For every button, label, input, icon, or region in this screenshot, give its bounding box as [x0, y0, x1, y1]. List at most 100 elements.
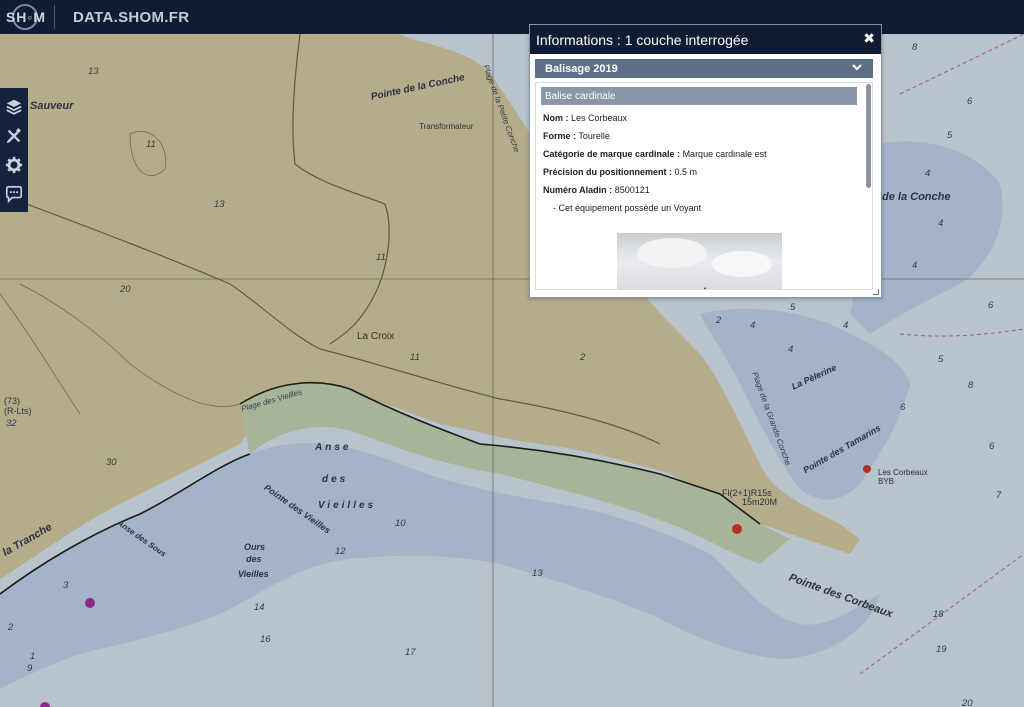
depth-sounding: 4	[843, 320, 849, 331]
chevron-down-icon	[852, 64, 862, 71]
place-label: Vieilles	[238, 569, 269, 579]
place-label: Les Corbeaux	[878, 468, 928, 477]
place-label: des	[322, 474, 349, 485]
attribute-value: 8500121	[614, 185, 650, 195]
cardinal-beacon-marker	[863, 465, 871, 473]
depth-sounding: 1	[30, 651, 36, 662]
depth-sounding: 4	[938, 218, 944, 229]
depth-sounding: 5	[790, 302, 796, 313]
place-label: (R-Lts)	[4, 406, 32, 416]
place-label: BYB	[878, 477, 895, 486]
place-label: 15m20M	[742, 497, 778, 507]
depth-sounding: 6	[900, 402, 906, 413]
place-label: La Croix	[357, 331, 395, 342]
place-label: des	[246, 554, 262, 564]
layer-accordion-header[interactable]: Balisage 2019	[535, 59, 873, 78]
depth-sounding: 13	[214, 199, 225, 210]
attribute-label: Forme :	[543, 131, 577, 141]
place-label: Sauveur	[30, 100, 74, 112]
depth-sounding: 11	[410, 352, 420, 363]
attribute-label: Numéro Aladin :	[543, 185, 613, 195]
place-label: (73)	[4, 396, 21, 406]
logo-text: SH◦M	[5, 9, 47, 25]
depth-sounding: 5	[938, 354, 944, 365]
depth-sounding: 16	[260, 634, 271, 645]
map-toolbar	[0, 88, 28, 212]
attribute-label: Précision du positionnement :	[543, 167, 673, 177]
depth-sounding: 17	[405, 647, 416, 658]
depth-sounding: 4	[912, 260, 918, 271]
depth-sounding: 8	[968, 380, 974, 391]
header-divider	[54, 5, 55, 29]
depth-sounding: 19	[936, 644, 947, 655]
depth-sounding: 12	[335, 546, 346, 557]
depth-sounding: 20	[120, 284, 131, 295]
close-icon[interactable]: ✖	[863, 30, 875, 47]
depth-sounding: 13	[532, 568, 543, 579]
place-label: Anse	[315, 442, 352, 453]
resize-handle[interactable]	[873, 289, 879, 295]
attribute-value: Les Corbeaux	[571, 113, 628, 123]
depth-sounding: 10	[395, 518, 406, 529]
depth-sounding: 7	[996, 490, 1002, 501]
draw-tools-icon	[6, 128, 22, 144]
depth-sounding: 5	[947, 130, 953, 141]
attribute-row: Précision du positionnement : 0.5 m	[543, 167, 872, 177]
feedback-button[interactable]	[3, 181, 25, 207]
place-label: Vieilles	[318, 500, 377, 511]
attribute-label: Catégorie de marque cardinale :	[543, 149, 681, 159]
layers-button[interactable]	[3, 94, 25, 120]
depth-sounding: 6	[967, 96, 973, 107]
popup-title: Informations : 1 couche interrogée	[536, 31, 749, 48]
depth-sounding: 4	[925, 168, 931, 179]
attribute-row: Catégorie de marque cardinale : Marque c…	[543, 149, 872, 159]
lighthouse-marker	[732, 524, 742, 534]
feature-info-popup: Informations : 1 couche interrogée ✖ Bal…	[529, 24, 882, 298]
depth-sounding: 2	[716, 315, 722, 326]
depth-sounding: 8	[912, 42, 918, 53]
beacon-silhouette	[701, 287, 709, 289]
depth-sounding: 6	[989, 441, 995, 452]
depth-sounding: 11	[146, 139, 156, 150]
depth-sounding: 6	[988, 300, 994, 311]
depth-sounding: 18	[933, 609, 944, 620]
draw-tools-button[interactable]	[3, 123, 25, 149]
attribute-row: Numéro Aladin : 8500121	[543, 185, 872, 195]
scrollbar-thumb[interactable]	[866, 84, 871, 188]
photo-cloud	[712, 251, 772, 277]
depth-sounding: 2	[580, 352, 586, 363]
attribute-row: Forme : Tourelle	[543, 131, 872, 141]
chat-icon	[5, 185, 23, 203]
equipment-note: - Cet équipement possède un Voyant	[553, 203, 702, 213]
depth-sounding: 32	[6, 418, 17, 429]
depth-sounding: 4	[750, 320, 756, 331]
place-label: Transformateur	[419, 122, 474, 131]
photo-cloud	[637, 238, 707, 268]
feature-details: Balise cardinale Nom : Les Corbeaux Form…	[535, 82, 873, 290]
beacon-photo[interactable]	[617, 233, 782, 289]
settings-button[interactable]	[3, 152, 25, 178]
depth-sounding: 13	[88, 66, 99, 77]
attribute-row: Nom : Les Corbeaux	[543, 113, 872, 123]
feature-type-heading: Balise cardinale	[541, 87, 857, 105]
layer-name: Balisage 2019	[545, 62, 618, 75]
place-label: Ours	[244, 542, 266, 552]
gear-icon	[5, 156, 23, 174]
site-title[interactable]: DATA.SHOM.FR	[73, 9, 189, 26]
popup-header: Informations : 1 couche interrogée	[530, 25, 881, 54]
attribute-value: Marque cardinale est	[682, 149, 767, 159]
place-label: de la Conche	[882, 191, 951, 203]
depth-sounding: 14	[254, 602, 265, 613]
shom-logo[interactable]: SH◦M	[0, 0, 52, 34]
depth-sounding: 20	[962, 698, 973, 707]
depth-sounding: 2	[8, 622, 14, 633]
attribute-value: 0.5 m	[674, 167, 698, 177]
depth-sounding: 4	[788, 344, 794, 355]
buoy-marker-1	[85, 598, 95, 608]
depth-sounding: 3	[63, 580, 69, 591]
depth-sounding: 9	[27, 663, 33, 674]
layers-icon	[6, 99, 22, 115]
attribute-value: Tourelle	[578, 131, 610, 141]
depth-sounding: 30	[106, 457, 117, 468]
depth-sounding: 11	[376, 252, 386, 263]
